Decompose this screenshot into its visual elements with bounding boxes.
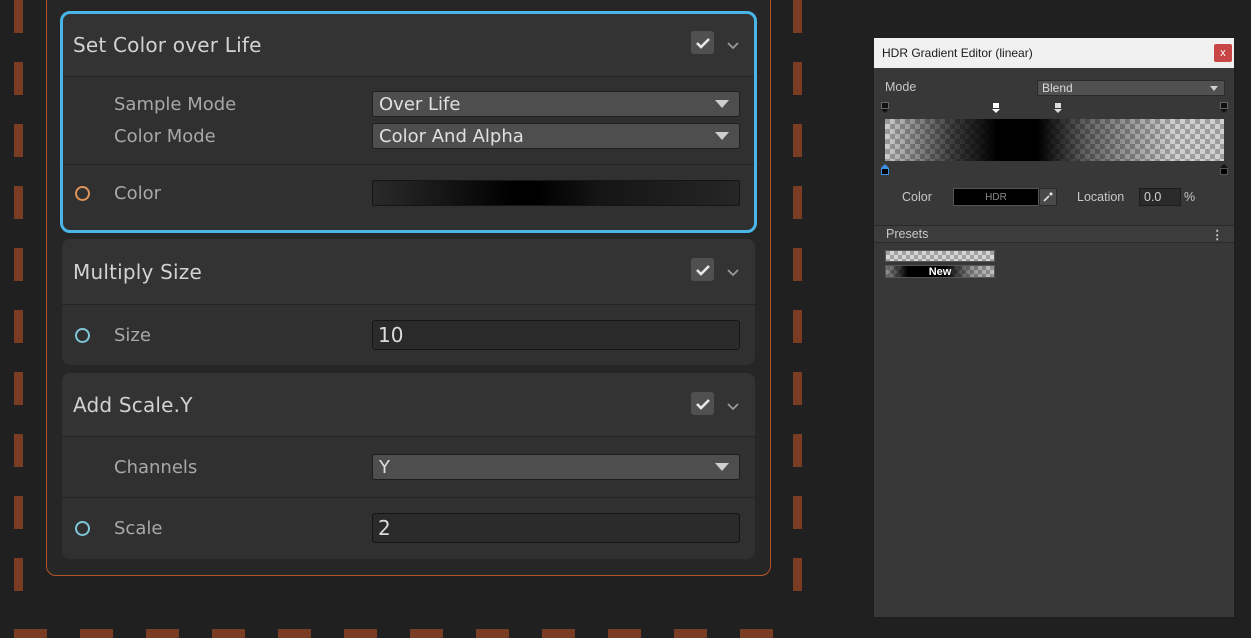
chevron-down-icon[interactable] (726, 38, 740, 52)
dropdown-arrow-icon (1210, 86, 1218, 91)
block-title: Set Color over Life (73, 32, 262, 57)
checkmark-icon (695, 37, 710, 49)
dropdown-value: Color And Alpha (379, 125, 524, 147)
location-unit: % (1184, 190, 1196, 204)
block-header[interactable]: Multiply Size (62, 239, 755, 305)
color-label: Color (902, 190, 932, 204)
color-key-marker[interactable] (1220, 164, 1228, 175)
setting-row-channels: Channels Y (62, 437, 755, 497)
hdr-color-swatch[interactable]: HDR (953, 188, 1039, 206)
block-header[interactable]: Add Scale.Y (62, 373, 755, 437)
input-slot-port[interactable] (75, 520, 90, 536)
location-input[interactable]: 0.0 (1139, 188, 1181, 206)
dropdown-value: Over Life (379, 93, 461, 115)
enable-checkbox[interactable] (691, 258, 714, 281)
dropdown-arrow-icon (715, 100, 729, 108)
checkmark-icon (695, 398, 710, 410)
gradient-preview[interactable] (885, 119, 1224, 161)
preset-new-button[interactable]: New (885, 265, 995, 278)
block-title: Add Scale.Y (73, 392, 193, 417)
gradient-editor-window: HDR Gradient Editor (linear) x Mode Blen… (873, 37, 1235, 618)
alpha-key-marker[interactable] (1054, 102, 1062, 113)
enable-checkbox[interactable] (691, 31, 714, 54)
system-border-right (793, 0, 802, 600)
input-label: Color (114, 182, 161, 204)
setting-row-color-mode: Color Mode Color And Alpha (62, 120, 755, 152)
size-input[interactable]: 10 (372, 320, 740, 350)
presets-header: Presets ⋮ (874, 225, 1234, 243)
checkmark-icon (695, 264, 710, 276)
block-header[interactable]: Set Color over Life (62, 13, 755, 77)
sample-mode-dropdown[interactable]: Over Life (372, 91, 740, 117)
channels-dropdown[interactable]: Y (372, 454, 740, 480)
close-button[interactable]: x (1214, 44, 1232, 62)
presets-label: Presets (886, 227, 929, 241)
block-multiply-size[interactable]: Multiply Size Size 10 (62, 239, 755, 365)
dropdown-arrow-icon (715, 463, 729, 471)
editor-title-bar[interactable]: HDR Gradient Editor (linear) x (874, 38, 1234, 68)
color-key-marker-selected[interactable] (881, 164, 889, 175)
setting-label: Channels (114, 456, 198, 478)
mode-value: Blend (1042, 81, 1073, 95)
setting-label: Color Mode (114, 125, 216, 147)
block-title: Multiply Size (73, 259, 202, 284)
chevron-down-icon[interactable] (726, 399, 740, 413)
input-row-color: Color (62, 165, 755, 221)
input-row-scale: Scale 2 (62, 498, 755, 558)
eyedropper-button[interactable] (1039, 188, 1057, 206)
enable-checkbox[interactable] (691, 392, 714, 415)
dropdown-value: Y (379, 456, 390, 478)
setting-row-sample-mode: Sample Mode Over Life (62, 88, 755, 120)
scale-input[interactable]: 2 (372, 513, 740, 543)
color-mode-dropdown[interactable]: Color And Alpha (372, 123, 740, 149)
input-row-size: Size 10 (62, 305, 755, 365)
presets-menu-icon[interactable]: ⋮ (1211, 227, 1224, 242)
chevron-down-icon[interactable] (726, 265, 740, 279)
system-border-bottom (14, 629, 804, 638)
mode-dropdown[interactable]: Blend (1037, 80, 1225, 96)
preset-swatch[interactable] (885, 250, 995, 262)
setting-label: Sample Mode (114, 93, 237, 115)
eyedropper-icon (1043, 192, 1053, 202)
alpha-key-marker[interactable] (992, 102, 1000, 113)
input-slot-port[interactable] (75, 185, 90, 201)
preset-new-label: New (928, 265, 952, 278)
input-label: Scale (114, 517, 163, 539)
mode-label: Mode (885, 80, 917, 94)
color-gradient-field[interactable] (372, 180, 740, 206)
block-set-color-over-life[interactable]: Set Color over Life Sample Mode Over Lif… (60, 11, 757, 233)
location-label: Location (1077, 190, 1125, 204)
input-label: Size (114, 324, 151, 346)
system-border-left (14, 0, 23, 610)
block-add-scale-y[interactable]: Add Scale.Y Channels Y Scale 2 (62, 373, 755, 559)
alpha-key-marker[interactable] (1220, 102, 1228, 113)
input-slot-port[interactable] (75, 327, 90, 343)
alpha-key-marker[interactable] (881, 102, 889, 113)
editor-title: HDR Gradient Editor (linear) (882, 46, 1033, 60)
dropdown-arrow-icon (715, 132, 729, 140)
